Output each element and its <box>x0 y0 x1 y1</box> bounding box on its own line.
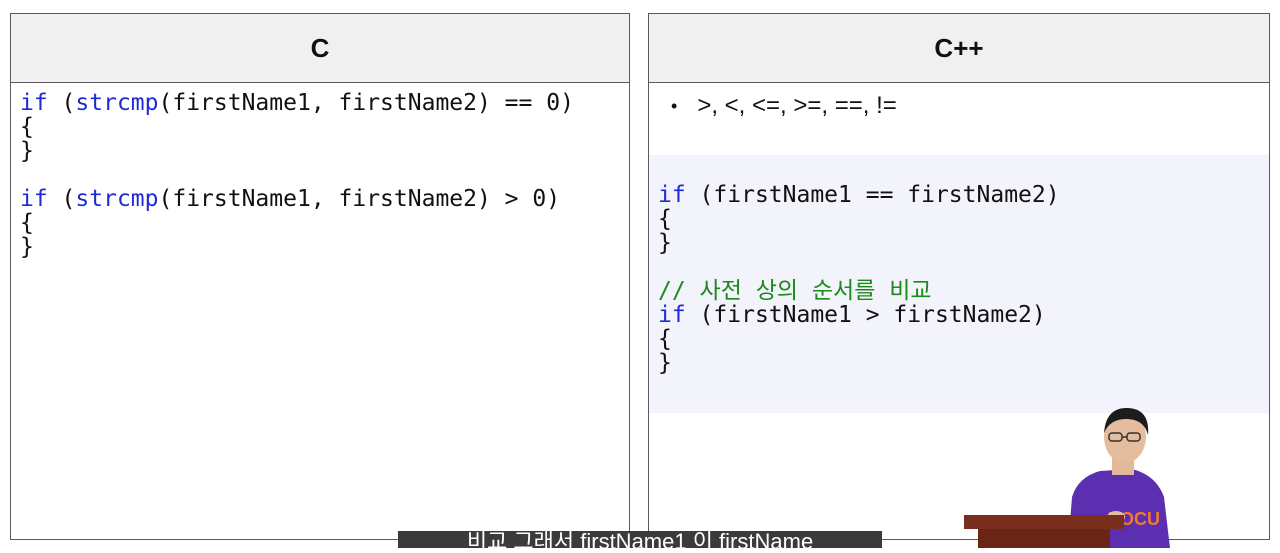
code-keyword: strcmp <box>75 90 159 116</box>
subtitle-text: 비교 그래서 firstName1 이 firstName <box>466 531 814 548</box>
cpp-code-area: if (firstName1 == firstName2) { } // 사전 … <box>649 155 1269 413</box>
c-code-block: if (strcmp(firstName1, firstName2) == 0)… <box>20 91 574 259</box>
code-comment: // 사전 상의 순서를 비교 <box>658 278 932 304</box>
bullet-icon: • <box>671 95 678 116</box>
c-panel-title: C <box>11 14 629 83</box>
presenter-video: POCU <box>960 405 1260 548</box>
code-keyword: if <box>20 90 48 116</box>
code-text: ( <box>47 186 76 212</box>
code-text: { <box>658 206 672 232</box>
code-keyword: if <box>658 182 686 208</box>
code-text: } <box>20 138 34 164</box>
code-text: } <box>20 234 34 260</box>
code-text: } <box>658 350 672 376</box>
code-text: } <box>658 230 672 256</box>
code-text: { <box>20 210 34 236</box>
operators-list: >, <, <=, >=, ==, != <box>697 92 897 119</box>
code-keyword: if <box>658 302 686 328</box>
code-text: ( <box>47 90 76 116</box>
code-text: (firstName1, firstName2) == 0) <box>158 90 574 116</box>
cpp-panel-title: C++ <box>649 14 1269 83</box>
code-text: { <box>658 326 672 352</box>
c-panel: C if (strcmp(firstName1, firstName2) == … <box>10 13 630 540</box>
code-keyword: if <box>20 186 48 212</box>
cpp-code-block: if (firstName1 == firstName2) { } // 사전 … <box>658 183 1060 375</box>
code-text: (firstName1, firstName2) > 0) <box>158 186 561 212</box>
presenter-figure: POCU <box>964 407 1170 548</box>
operators-bullet: • >, <, <=, >=, ==, != <box>671 92 897 120</box>
subtitle-bar: 비교 그래서 firstName1 이 firstName <box>398 531 882 548</box>
code-keyword: strcmp <box>75 186 159 212</box>
code-text: { <box>20 114 34 140</box>
code-text: (firstName1 > firstName2) <box>685 302 1046 328</box>
code-text: (firstName1 == firstName2) <box>685 182 1060 208</box>
